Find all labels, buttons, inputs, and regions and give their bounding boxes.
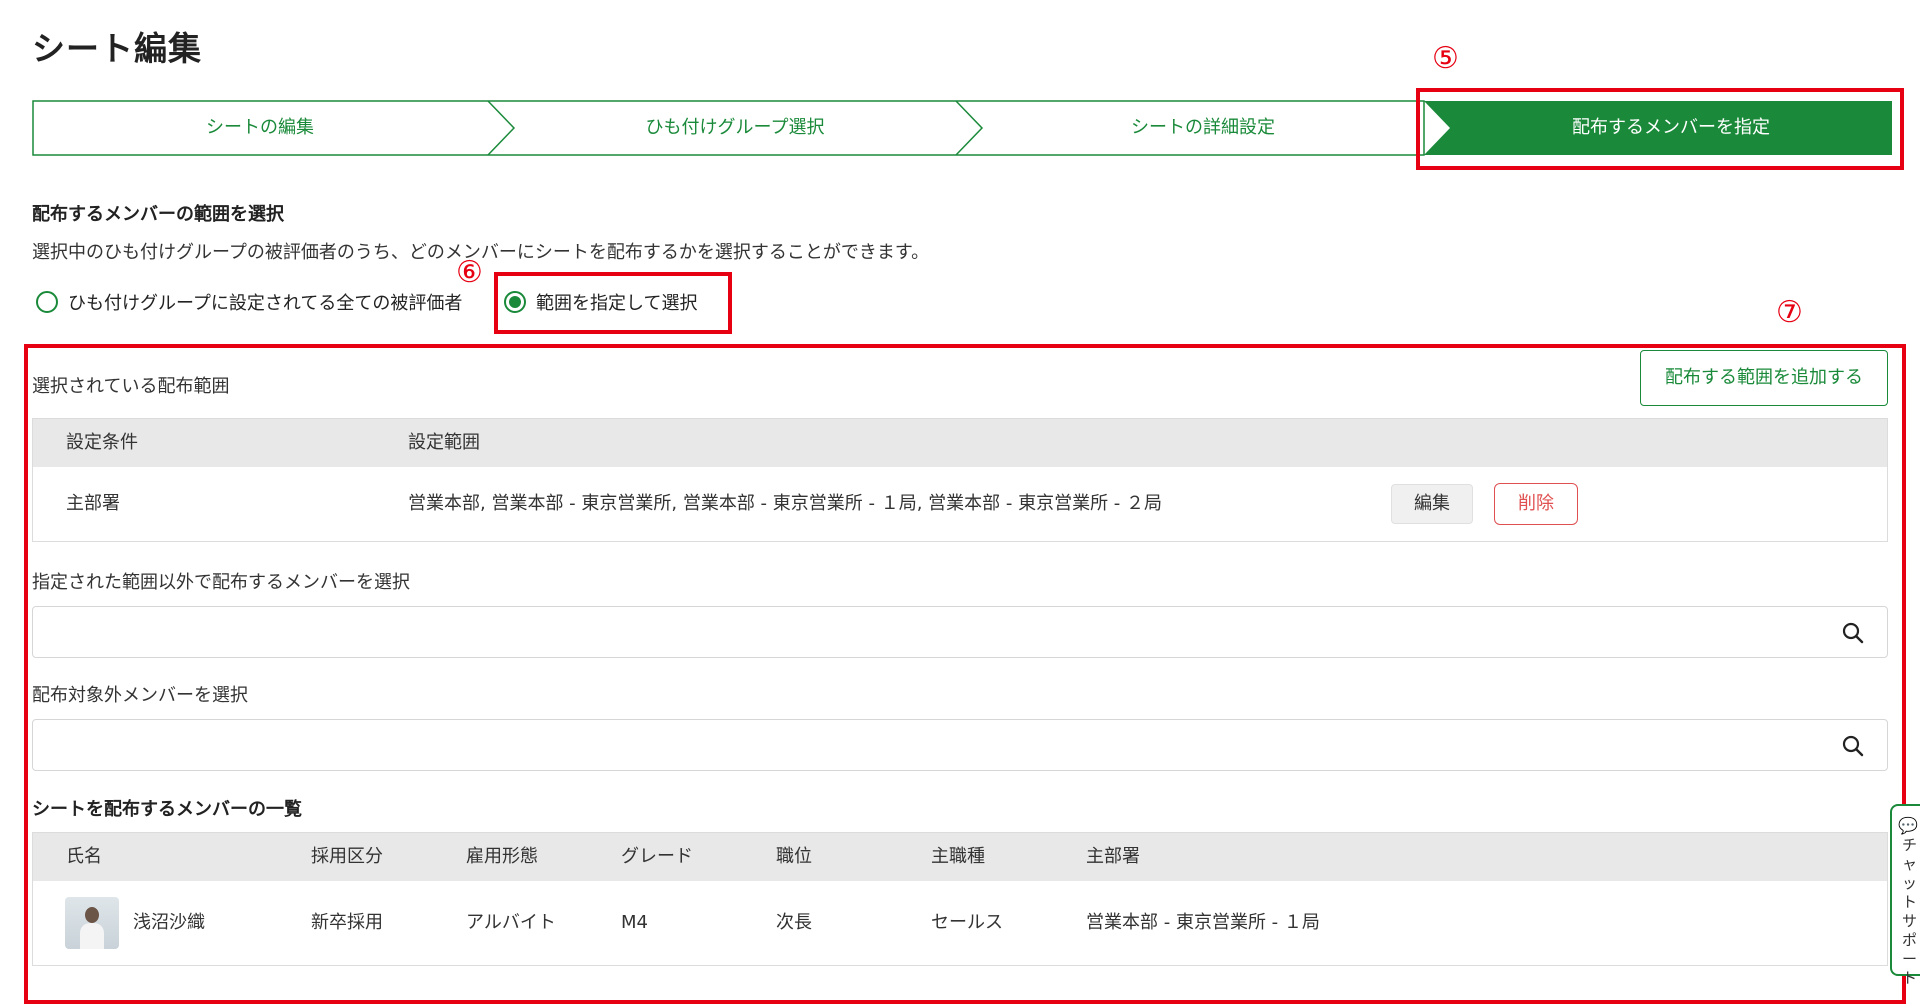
table-row[interactable]: 浅沼沙織 新卒採用 アルバイト M4 次長 セールス 営業本部 - 東京営業所 … [33, 881, 1887, 965]
header-employment: 雇用形態 [466, 846, 538, 867]
row-scope: 営業本部, 営業本部 - 東京営業所, 営業本部 - 東京営業所 - １局, 営… [408, 493, 1163, 514]
annotation-7: ⑦ [1776, 295, 1803, 330]
member-employment: アルバイト [466, 912, 556, 933]
header-scope: 設定範囲 [408, 432, 480, 453]
delete-button[interactable]: 削除 [1494, 483, 1578, 525]
header-job: 主職種 [931, 846, 985, 867]
chat-support-tab[interactable]: 💬 チャットサポート [1890, 804, 1920, 987]
search-icon[interactable] [1841, 621, 1865, 645]
extra-members-search-input[interactable] [32, 606, 1888, 658]
radio-all-circle[interactable] [36, 291, 58, 313]
member-name: 浅沼沙織 [133, 912, 205, 933]
annotation-box-6 [494, 272, 732, 334]
page-title: シート編集 [32, 29, 202, 68]
chat-icon: 💬 [1898, 816, 1918, 835]
table-row: 主部署 営業本部, 営業本部 - 東京営業所, 営業本部 - 東京営業所 - １… [33, 467, 1887, 541]
extra-members-label: 指定された範囲以外で配布するメンバーを選択 [32, 572, 410, 593]
header-grade: グレード [621, 846, 693, 867]
step-detail-settings[interactable]: シートの詳細設定 [982, 100, 1424, 156]
header-condition: 設定条件 [66, 432, 138, 453]
annotation-5: ⑤ [1432, 41, 1459, 76]
edit-button[interactable]: 編集 [1391, 484, 1473, 524]
header-name: 氏名 [66, 846, 102, 867]
header-position: 職位 [776, 846, 812, 867]
header-dept: 主部署 [1086, 846, 1140, 867]
excluded-members-search-input[interactable] [32, 719, 1888, 771]
add-range-button[interactable]: 配布する範囲を追加する [1640, 350, 1888, 406]
step-group-select[interactable]: ひも付けグループ選択 [514, 100, 956, 156]
range-table: 設定条件 設定範囲 主部署 営業本部, 営業本部 - 東京営業所, 営業本部 -… [32, 418, 1888, 542]
range-label: 選択されている配布範囲 [32, 376, 230, 397]
member-grade: M4 [621, 912, 648, 933]
step-sheet-edit[interactable]: シートの編集 [32, 100, 488, 156]
search-icon[interactable] [1841, 734, 1865, 758]
members-table-header: 氏名 採用区分 雇用形態 グレード 職位 主職種 主部署 [33, 833, 1887, 881]
annotation-6: ⑥ [456, 255, 483, 290]
chat-support-label: チャットサポート [1902, 836, 1918, 987]
excluded-members-label: 配布対象外メンバーを選択 [32, 685, 248, 706]
member-hire-type: 新卒採用 [311, 912, 383, 933]
member-job: セールス [931, 912, 1003, 933]
members-title: シートを配布するメンバーの一覧 [32, 799, 302, 820]
annotation-box-5 [1416, 88, 1904, 170]
avatar [65, 897, 119, 949]
member-position: 次長 [776, 912, 812, 933]
range-table-header: 設定条件 設定範囲 [33, 419, 1887, 467]
row-condition: 主部署 [66, 493, 120, 514]
section-title: 配布するメンバーの範囲を選択 [32, 204, 284, 225]
members-table: 氏名 採用区分 雇用形態 グレード 職位 主職種 主部署 浅沼沙織 新卒採用 ア… [32, 832, 1888, 966]
header-hire-type: 採用区分 [311, 846, 383, 867]
radio-all-evaluatees[interactable]: ひも付けグループに設定されてる全ての被評価者 [36, 284, 462, 320]
radio-all-label: ひも付けグループに設定されてる全ての被評価者 [68, 293, 463, 314]
member-dept: 営業本部 - 東京営業所 - １局 [1086, 912, 1320, 933]
